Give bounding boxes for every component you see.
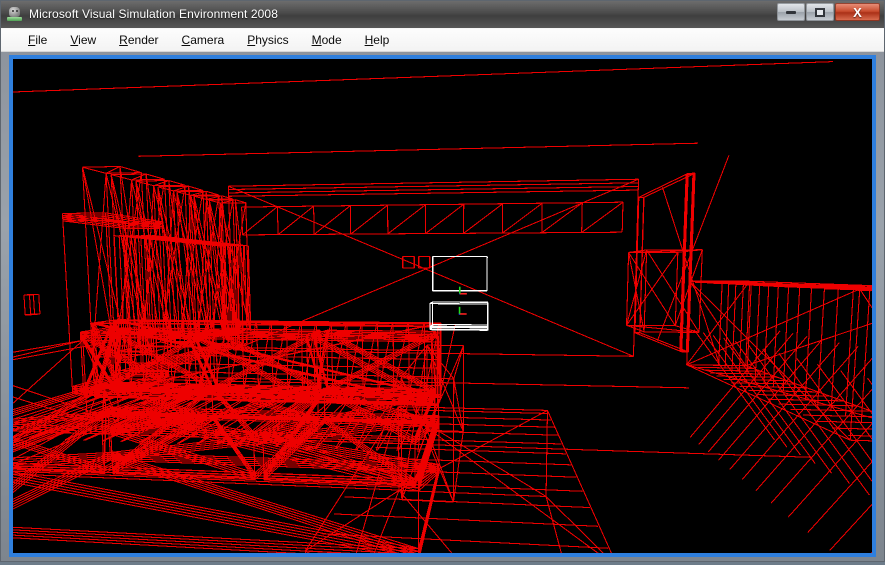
close-icon: X bbox=[853, 6, 862, 19]
menu-item-view[interactable]: View bbox=[59, 30, 108, 50]
menu-item-physics[interactable]: Physics bbox=[236, 30, 300, 50]
robot-icon bbox=[6, 6, 23, 23]
menu-item-help[interactable]: Help bbox=[354, 30, 402, 50]
maximize-icon bbox=[815, 8, 825, 17]
geometry-wireframe bbox=[13, 59, 872, 553]
menu-item-camera[interactable]: Camera bbox=[171, 30, 237, 50]
render-viewport[interactable] bbox=[9, 55, 876, 557]
minimize-icon bbox=[786, 11, 796, 14]
window-controls: X bbox=[777, 3, 880, 21]
maximize-button[interactable] bbox=[806, 3, 834, 21]
wireframe-scene[interactable] bbox=[13, 59, 872, 553]
viewport-container bbox=[1, 52, 884, 565]
menu-item-render[interactable]: Render bbox=[108, 30, 170, 50]
menu-item-mode[interactable]: Mode bbox=[301, 30, 354, 50]
close-button[interactable]: X bbox=[835, 3, 880, 21]
title-bar[interactable]: Microsoft Visual Simulation Environment … bbox=[1, 1, 884, 28]
menu-item-file[interactable]: File bbox=[17, 30, 59, 50]
minimize-button[interactable] bbox=[777, 3, 805, 21]
menu-bar: FileViewRenderCameraPhysicsModeHelp bbox=[1, 28, 884, 52]
window-title: Microsoft Visual Simulation Environment … bbox=[29, 1, 278, 28]
application-window: Microsoft Visual Simulation Environment … bbox=[0, 0, 885, 562]
